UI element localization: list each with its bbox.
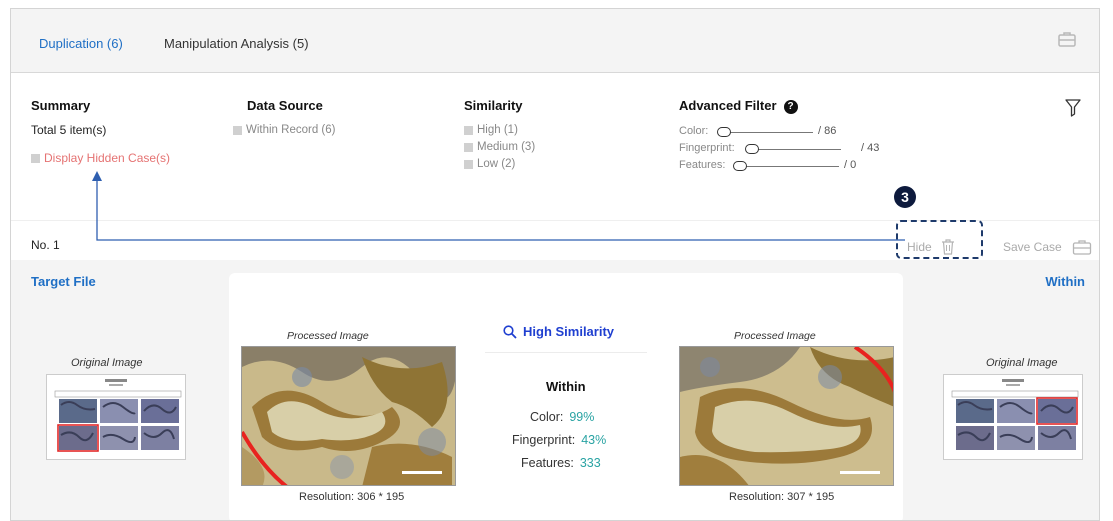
- checkbox-icon[interactable]: [464, 125, 473, 135]
- checkbox-icon[interactable]: [464, 159, 473, 169]
- metric-fingerprint: Fingerprint: 43%: [512, 433, 607, 447]
- features-slider-track[interactable]: [739, 166, 839, 167]
- summary-total: Total 5 item(s): [31, 123, 107, 137]
- advanced-filter-title: Advanced Filter?: [679, 98, 798, 114]
- tab-bar: Duplication (6) Manipulation Analysis (5…: [11, 9, 1099, 73]
- left-processed-image-label: Processed Image: [287, 330, 369, 342]
- data-source-title: Data Source: [247, 98, 323, 113]
- callout-number-badge: 3: [894, 186, 916, 208]
- checkbox-icon[interactable]: [31, 153, 40, 163]
- color-slider-label: Color:: [679, 125, 709, 137]
- briefcase-icon: [1072, 240, 1091, 255]
- data-source-within-record[interactable]: Within Record (6): [233, 124, 335, 136]
- features-slider-max: / 0: [844, 159, 857, 171]
- similarity-medium[interactable]: Medium (3): [464, 141, 535, 153]
- display-hidden-case-label: Display Hidden Case(s): [44, 151, 171, 165]
- filter-icon[interactable]: [1065, 99, 1081, 117]
- fingerprint-slider-label: Fingerprint:: [679, 142, 735, 154]
- features-slider-handle[interactable]: [733, 161, 747, 171]
- target-file-title: Target File: [31, 274, 96, 289]
- duplication-panel: Duplication (6) Manipulation Analysis (5…: [10, 8, 1100, 521]
- right-original-image-thumbnail[interactable]: [943, 374, 1083, 460]
- metric-features: Features: 333: [521, 456, 601, 470]
- display-hidden-case-checkbox[interactable]: Display Hidden Case(s): [31, 151, 170, 165]
- checkbox-icon[interactable]: [233, 125, 242, 135]
- tab-duplication[interactable]: Duplication (6): [39, 36, 123, 51]
- record-number: No. 1: [31, 238, 60, 252]
- comparison-area: Target File Within Original Image Origin…: [11, 260, 1099, 520]
- tab-manipulation-analysis[interactable]: Manipulation Analysis (5): [164, 36, 309, 51]
- fingerprint-slider-track[interactable]: [751, 149, 841, 150]
- color-slider-handle[interactable]: [717, 127, 731, 137]
- right-processed-image-label: Processed Image: [734, 330, 816, 342]
- save-case-button[interactable]: Save Case: [1003, 238, 1092, 256]
- similarity-low[interactable]: Low (2): [464, 158, 515, 170]
- checkbox-icon[interactable]: [464, 142, 473, 152]
- color-slider-max: / 86: [818, 125, 837, 137]
- right-resolution: Resolution: 307 * 195: [729, 491, 835, 503]
- fingerprint-slider-handle[interactable]: [745, 144, 759, 154]
- right-processed-image[interactable]: [679, 346, 894, 486]
- left-original-image-label: Original Image: [71, 357, 143, 369]
- features-slider-label: Features:: [679, 159, 726, 171]
- question-circle-icon[interactable]: ?: [783, 100, 798, 114]
- metric-color: Color: 99%: [530, 410, 595, 424]
- fingerprint-slider-max: / 43: [861, 142, 880, 154]
- summary-title: Summary: [31, 98, 91, 113]
- search-icon: [503, 324, 517, 339]
- source-heading: Within: [546, 379, 586, 394]
- left-resolution: Resolution: 306 * 195: [299, 491, 405, 503]
- right-original-image-label: Original Image: [986, 357, 1058, 369]
- high-similarity-label: High Similarity: [503, 324, 614, 339]
- color-slider-track[interactable]: [723, 132, 813, 133]
- divider: [485, 352, 647, 353]
- similarity-high[interactable]: High (1): [464, 124, 518, 136]
- hide-button[interactable]: Hide: [907, 238, 956, 256]
- filter-section: Summary Total 5 item(s) Display Hidden C…: [11, 74, 1099, 219]
- left-processed-image[interactable]: [241, 346, 456, 486]
- similarity-comparison-card: Processed Image Resolution: 306 * 195 Hi…: [229, 273, 903, 520]
- record-header: No. 1 Hide Save Case: [11, 220, 1099, 260]
- left-original-image-thumbnail[interactable]: [46, 374, 186, 460]
- similarity-title: Similarity: [464, 98, 523, 113]
- briefcase-icon[interactable]: [1057, 29, 1077, 49]
- trash-icon: [941, 239, 954, 255]
- within-title: Within: [1045, 274, 1085, 289]
